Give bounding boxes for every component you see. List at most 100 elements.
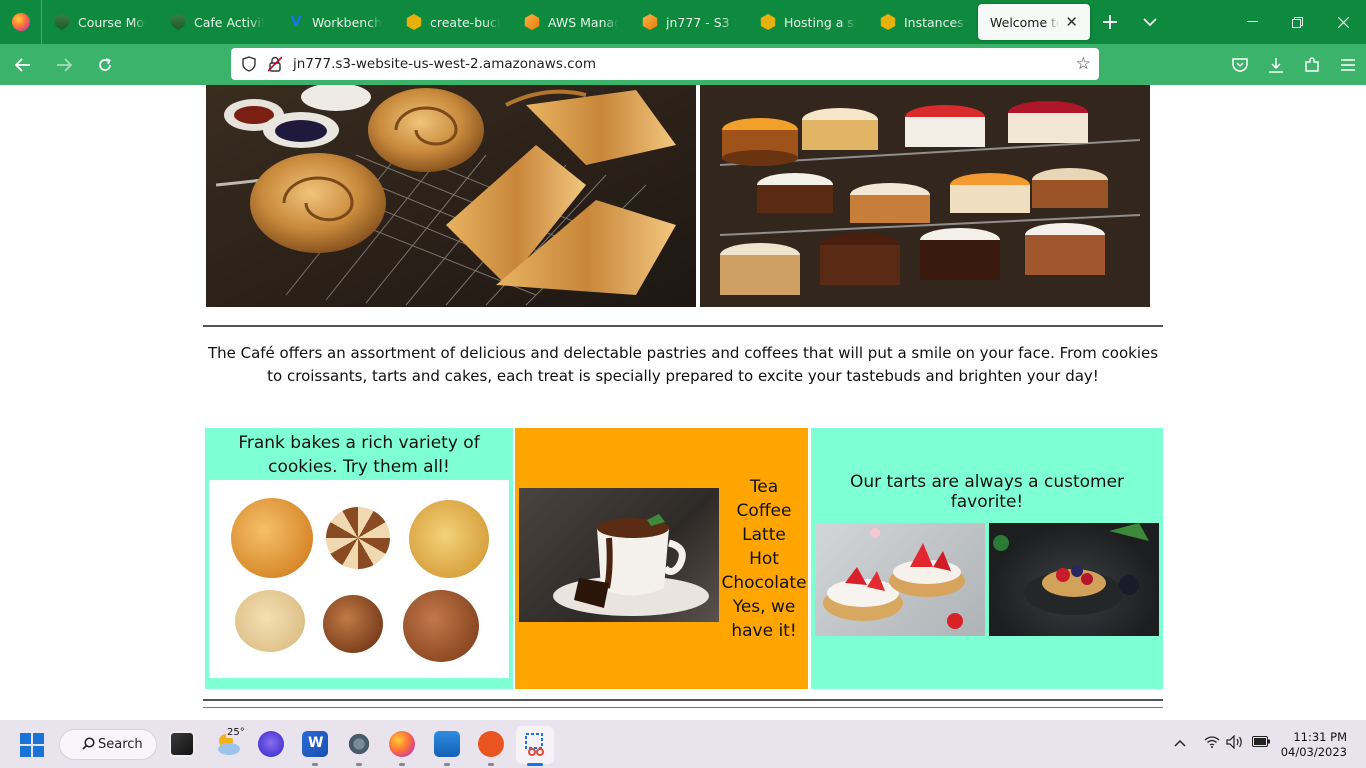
downloads-button[interactable] [1258, 47, 1294, 83]
snipping-tool-button[interactable] [516, 726, 554, 764]
tab-instances-ec2[interactable]: Instances | EC [868, 0, 978, 44]
cakes-display-image [700, 85, 1150, 307]
insecure-lock-icon[interactable] [267, 56, 283, 72]
forward-button[interactable] [46, 47, 82, 83]
tab-workbench[interactable]: V Workbench [276, 0, 394, 44]
close-window-button[interactable] [1320, 0, 1366, 44]
drink-item: have it! [731, 621, 797, 641]
intro-paragraph: The Café offers an assortment of delicio… [207, 344, 1159, 385]
task-view-icon[interactable] [169, 731, 195, 757]
pocket-button[interactable] [1222, 47, 1258, 83]
minimize-icon [1246, 21, 1258, 22]
divider-footer [203, 707, 1163, 708]
tab-label: AWS Manager [548, 14, 618, 30]
start-button[interactable] [20, 733, 44, 757]
tab-label: Cafe Activity ( [194, 14, 264, 30]
restore-icon [1291, 16, 1303, 28]
firefox-view-button[interactable] [0, 0, 42, 44]
weather-widget[interactable]: 25° [214, 727, 246, 757]
taskbar-search[interactable]: Search [59, 729, 157, 760]
tab-aws-management[interactable]: AWS Manager [512, 0, 630, 44]
drink-item: Hot [749, 549, 779, 569]
clock[interactable]: 11:31 PM 04/03/2023 [1281, 730, 1347, 760]
divider-bottom [203, 699, 1163, 701]
toolbar-right [1222, 44, 1366, 85]
clock-time: 11:31 PM [1293, 730, 1347, 744]
reload-button[interactable] [87, 47, 123, 83]
restore-button[interactable] [1274, 0, 1320, 44]
battery-icon[interactable] [1252, 736, 1270, 750]
drink-item: Latte [742, 525, 786, 545]
aws-cube-icon [524, 14, 540, 30]
tracking-shield-icon[interactable] [241, 56, 257, 72]
drink-item: Tea [749, 477, 779, 497]
active-indicator [527, 763, 543, 766]
tab-label: jn777 - S3 buc [666, 14, 736, 30]
puzzle-icon [1305, 56, 1319, 72]
tab-create-bucket[interactable]: create-bucket [394, 0, 512, 44]
pastries-image [206, 85, 696, 307]
aws-doc-icon [880, 14, 896, 30]
tab-cafe-activity[interactable]: Cafe Activity ( [158, 0, 276, 44]
windows-taskbar: Search 25° W 11:31 PM 04/03/2023 [0, 720, 1366, 768]
aws-cube-icon [642, 14, 658, 30]
search-label: Search [98, 737, 143, 752]
windows-logo-icon [20, 733, 31, 744]
strawberry-tart-image [815, 523, 985, 636]
hamburger-icon [1341, 58, 1355, 71]
tab-s3-bucket[interactable]: jn777 - S3 buc [630, 0, 748, 44]
arrow-left-icon [15, 57, 30, 72]
cookies-heading: Frank bakes a rich variety of cookies. T… [238, 433, 480, 477]
address-bar[interactable]: jn777.s3-website-us-west-2.amazonaws.com… [231, 48, 1099, 80]
arrow-right-icon [57, 57, 72, 72]
settings-gear-icon[interactable] [346, 731, 372, 757]
drink-item: Chocolate [721, 573, 807, 593]
drink-item: Yes, we [732, 597, 796, 617]
volume-icon[interactable] [1226, 734, 1244, 752]
wifi-icon[interactable] [1204, 736, 1220, 751]
back-button[interactable] [5, 47, 41, 83]
tab-label: Instances | EC [904, 14, 966, 30]
show-hidden-icons-button[interactable] [1174, 736, 1186, 750]
firefox-icon [11, 13, 30, 31]
close-tab-icon[interactable]: ✕ [1065, 13, 1078, 31]
tab-label: Workbench [312, 14, 382, 30]
chevron-down-icon [1143, 17, 1157, 26]
running-indicator [399, 763, 405, 766]
browser-nav-bar: jn777.s3-website-us-west-2.amazonaws.com… [0, 44, 1366, 85]
new-tab-button[interactable]: + [1090, 0, 1130, 44]
aws-doc-icon [406, 14, 422, 30]
berry-tart-image [989, 523, 1159, 636]
hot-chocolate-image [519, 488, 719, 622]
app-menu-button[interactable] [1330, 47, 1366, 83]
running-indicator [312, 763, 318, 766]
close-icon [1337, 16, 1349, 28]
bookmark-star-icon[interactable]: ☆ [1076, 54, 1091, 74]
word-icon[interactable]: W [302, 731, 328, 757]
drinks-section: Tea Coffee Latte Hot Chocolate Yes, we h… [515, 428, 808, 689]
extensions-button[interactable] [1294, 47, 1330, 83]
page-viewport[interactable]: The Café offers an assortment of delicio… [0, 85, 1366, 720]
running-indicator [356, 763, 362, 766]
drinks-list: Tea Coffee Latte Hot Chocolate Yes, we h… [721, 475, 807, 643]
chevron-up-icon [1174, 739, 1186, 747]
tab-hosting-static[interactable]: Hosting a stati [748, 0, 868, 44]
tab-label: create-bucket [430, 14, 500, 30]
list-all-tabs-button[interactable] [1130, 0, 1170, 44]
pocket-icon [1232, 58, 1248, 72]
minimize-button[interactable] [1229, 0, 1275, 44]
tab-label: Hosting a stati [784, 14, 856, 30]
tab-welcome-active[interactable]: Welcome to the ✕ [978, 4, 1090, 40]
tab-label: Welcome to the [990, 14, 1059, 30]
url-text[interactable]: jn777.s3-website-us-west-2.amazonaws.com [293, 56, 596, 72]
teams-chat-icon[interactable] [258, 731, 284, 757]
firefox-taskbar-icon[interactable] [389, 731, 415, 757]
weather-temp: 25° [226, 727, 246, 738]
tab-label: Course Modul [78, 14, 146, 30]
tab-course-modules[interactable]: Course Modul [42, 0, 158, 44]
browser-tab-bar: Course Modul Cafe Activity ( V Workbench… [0, 0, 1366, 44]
ubuntu-icon[interactable] [478, 731, 504, 757]
notepad-icon[interactable] [434, 731, 460, 757]
cookies-section: Frank bakes a rich variety of cookies. T… [205, 428, 513, 689]
shield-icon [54, 14, 70, 30]
